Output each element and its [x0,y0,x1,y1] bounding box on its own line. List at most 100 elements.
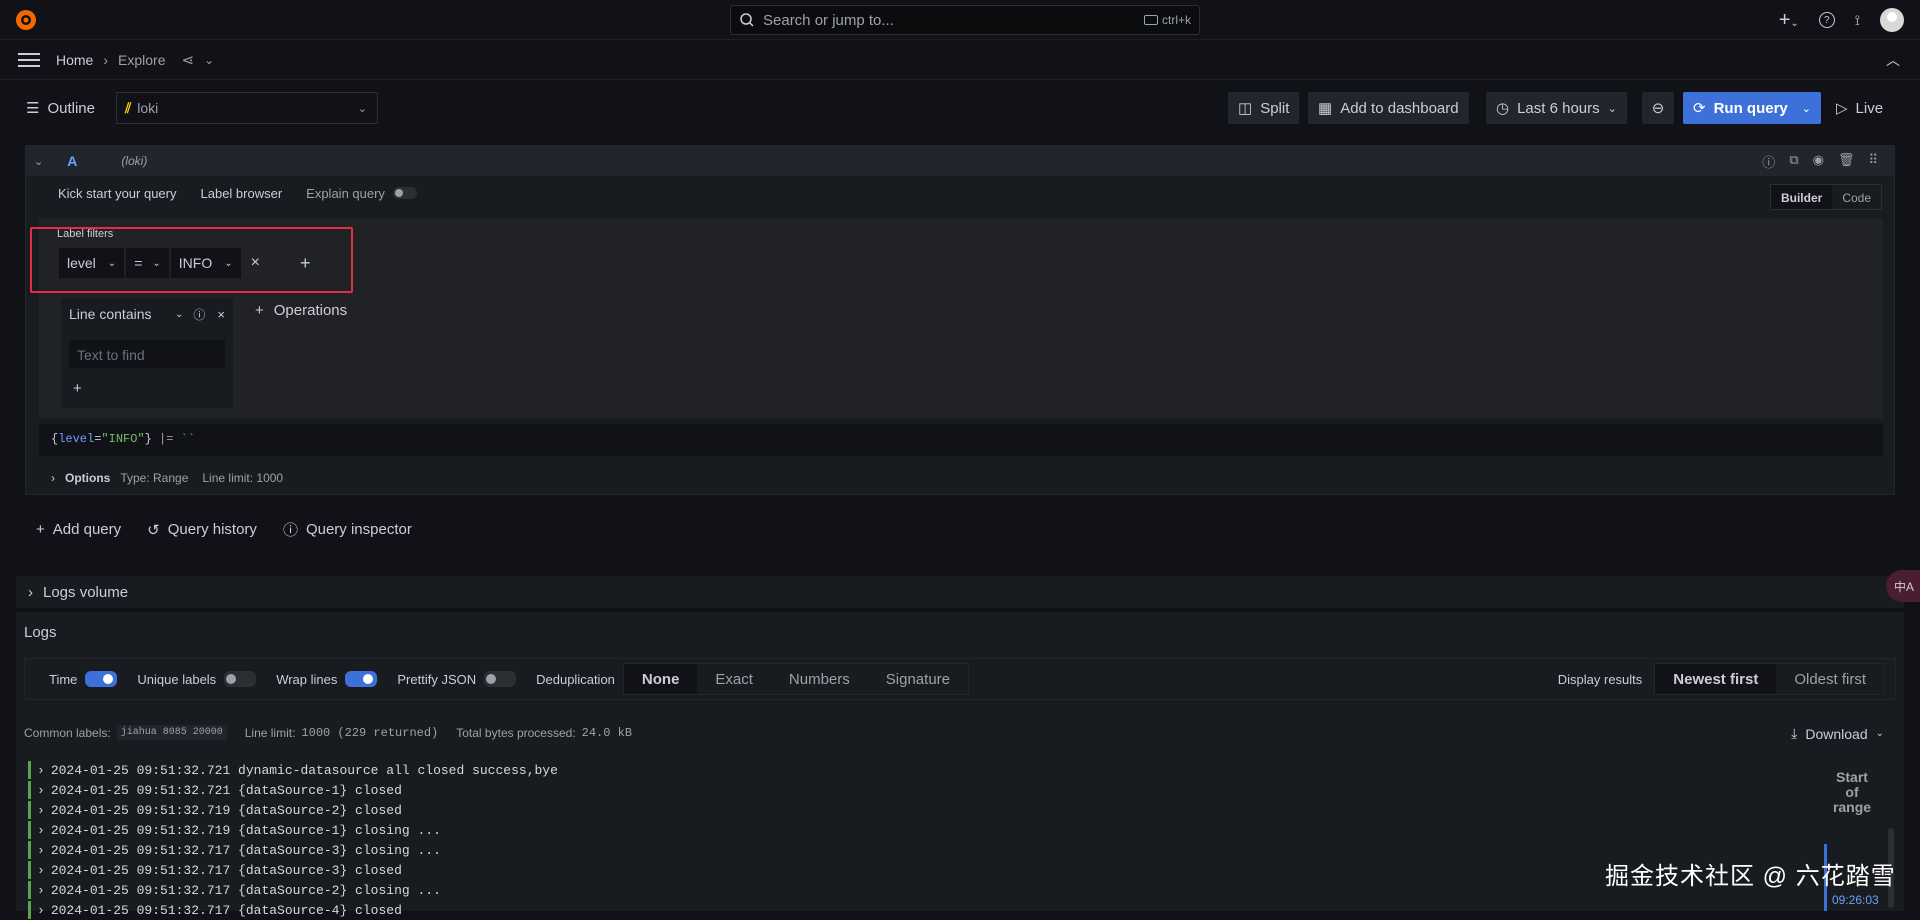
log-lines: › 2024-01-25 09:51:32.721 dynamic-datasou… [28,760,558,920]
query-inspector-button[interactable]: ⓘ Query inspector [283,519,412,540]
split-button[interactable]: ◫ Split [1228,92,1300,124]
logs-volume-panel[interactable]: › Logs volume [16,576,1904,608]
history-icon: ↺ [147,521,160,539]
log-line[interactable]: › 2024-01-25 09:51:32.717 {dataSource-4} … [28,900,558,920]
duplicate-icon[interactable]: ⧉ [1789,152,1798,171]
dedup-none[interactable]: None [623,664,698,694]
code-mode-tab[interactable]: Code [1832,185,1881,209]
live-button[interactable]: ▷ Live [1826,92,1893,124]
kick-start-button[interactable]: Kick start your query [58,186,177,201]
time-range-picker[interactable]: ◷ Last 6 hours ⌄ [1486,92,1627,124]
add-to-dashboard-button[interactable]: ▦ Add to dashboard [1308,92,1469,124]
operations-button[interactable]: + Operations [255,302,347,319]
chevron-down-icon[interactable]: ⌄ [175,309,183,320]
split-icon: ◫ [1238,100,1253,117]
refresh-icon: ⟳ [1693,100,1706,117]
options-row[interactable]: › Options Type: Range Line limit: 1000 [39,462,1883,494]
datasource-name: loki [137,100,159,116]
expr-pipe: |= [151,432,181,446]
dedup-exact[interactable]: Exact [697,664,771,694]
menu-icon[interactable] [18,52,40,68]
range-navigator: Start of range [1816,770,1888,815]
help-icon[interactable]: ? [1818,12,1835,28]
log-line[interactable]: › 2024-01-25 09:51:32.717 {dataSource-3} … [28,860,558,880]
trash-icon[interactable]: 🗑 [1838,152,1855,171]
prettify-json-toggle[interactable] [484,671,517,687]
log-text: 2024-01-25 09:51:32.719 {dataSource-2} c… [50,802,402,818]
info-icon: ⓘ [282,522,298,539]
drag-handle-icon[interactable]: ⠿ [1868,152,1878,171]
rss-icon[interactable]: ⟟ [1855,12,1860,29]
add-param-plus-icon[interactable]: + [73,380,82,397]
grafana-logo-icon[interactable] [14,8,38,32]
search-bar[interactable]: Search or jump to... ctrl+k [730,5,1200,35]
avatar[interactable] [1880,8,1904,32]
chevron-down-icon: ⌄ [1607,102,1617,115]
label-browser-button[interactable]: Label browser [201,186,283,201]
chevron-right-icon: › [37,862,45,878]
chevron-down-icon[interactable]: ⌄ [1802,102,1811,115]
log-line[interactable]: › 2024-01-25 09:51:32.717 {dataSource-2} … [28,880,558,900]
time-toggle[interactable] [85,671,118,687]
display-results-label: Display results [1557,671,1643,687]
line-limit-value: 1000 (229 returned) [301,725,439,740]
collapse-chevron-icon[interactable]: ⌄ [34,155,43,168]
time-range-label: Last 6 hours [1517,99,1600,117]
download-button[interactable]: ⤓ Download ⌄ [1791,725,1884,742]
dedup-numbers[interactable]: Numbers [771,664,868,694]
query-preview: {level="INFO"} |= `` [39,424,1883,456]
options-line-limit: Line limit: 1000 [202,471,284,485]
logs-volume-title: Logs volume [43,583,129,601]
query-history-button[interactable]: ↺ Query history [147,521,257,539]
close-icon[interactable]: × [217,307,225,322]
wrap-lines-toggle[interactable] [345,671,378,687]
log-line[interactable]: › 2024-01-25 09:51:32.721 dynamic-datasou… [28,760,558,780]
collapse-chevron-up-icon[interactable]: ︿ [1886,50,1900,70]
eye-icon[interactable]: ◉ [1813,152,1824,171]
range-of-text: of [1845,784,1859,800]
log-line[interactable]: › 2024-01-25 09:51:32.719 {dataSource-1} … [28,820,558,840]
help-icon[interactable]: ⓘ [1762,152,1775,171]
keyboard-icon [1143,15,1158,25]
plus-icon: + [36,521,45,538]
log-line[interactable]: › 2024-01-25 09:51:32.719 {dataSource-2} … [28,800,558,820]
explain-query-label: Explain query [306,185,385,201]
datasource-picker[interactable]: ⫽ loki ⌄ [116,92,378,124]
log-text: 2024-01-25 09:51:32.717 {dataSource-4} c… [50,902,402,918]
chevron-down-icon[interactable]: ⌄ [204,53,214,67]
share-icon[interactable]: ⋖ [182,51,195,69]
order-segmented: Newest first Oldest first [1654,663,1885,695]
operations-label: Operations [273,302,348,319]
line-limit-label: Line limit: [244,725,296,740]
add-query-button[interactable]: + Add query [36,521,121,538]
new-plus-icon[interactable]: +⌄ [1779,9,1799,32]
download-label: Download [1805,725,1868,742]
run-query-button[interactable]: ⟳ Run query ⌄ [1683,92,1821,124]
range-start-text: Start [1836,769,1868,785]
chevron-right-icon: › [37,822,45,838]
chevron-right-icon: › [51,471,55,485]
time-toggle-label: Time [49,671,78,687]
query-ref-id[interactable]: A [67,153,77,169]
info-icon[interactable]: ⓘ [193,306,205,323]
log-line[interactable]: › 2024-01-25 09:51:32.721 {dataSource-1} … [28,780,558,800]
dedup-signature[interactable]: Signature [868,664,968,694]
search-placeholder: Search or jump to... [763,11,894,29]
translate-icon[interactable]: 中A [1886,570,1920,602]
explain-query-toggle[interactable] [392,187,417,199]
outline-button[interactable]: ☰ Outline [16,92,105,124]
log-line[interactable]: › 2024-01-25 09:51:32.717 {dataSource-3} … [28,840,558,860]
shortcut-text: ctrl+k [1161,13,1191,27]
play-icon: ▷ [1836,100,1848,117]
order-oldest-first[interactable]: Oldest first [1776,664,1884,694]
breadcrumb-home[interactable]: Home [56,52,93,68]
log-text: 2024-01-25 09:51:32.717 {dataSource-2} c… [50,882,441,898]
zoom-out-button[interactable]: ⊖ [1642,92,1674,124]
text-to-find-input[interactable]: Text to find [69,340,225,368]
order-newest-first[interactable]: Newest first [1655,664,1777,694]
builder-mode-tab[interactable]: Builder [1770,185,1833,209]
query-datasource-label: (loki) [121,154,148,168]
query-row-header: ⌄ A (loki) ⓘ ⧉ ◉ 🗑 ⠿ [26,146,1894,176]
unique-labels-toggle[interactable] [224,671,257,687]
breadcrumb-current: Explore [118,51,166,68]
